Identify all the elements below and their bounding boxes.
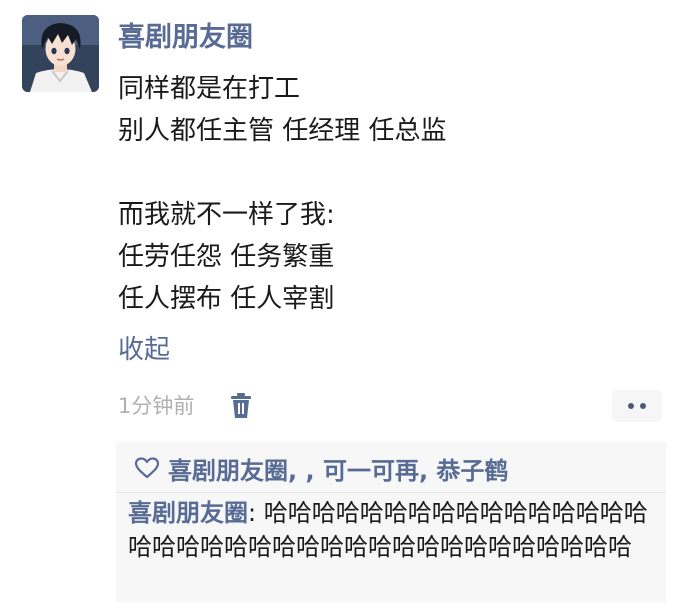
trash-icon[interactable]: [228, 392, 254, 420]
post-line: 任人摆布 任人宰割: [118, 284, 335, 314]
more-icon-dot: [640, 403, 646, 409]
post-content: 同样都是在打工 别人都任主管 任经理 任总监 而我就不一样了我: 任劳任怨 任务…: [118, 68, 678, 320]
more-actions-button[interactable]: [612, 390, 662, 422]
likes-names[interactable]: 喜剧朋友圈, , 可一可再, 恭子鹤: [168, 451, 508, 486]
post-line: 而我就不一样了我:: [118, 200, 335, 230]
post-username[interactable]: 喜剧朋友圈: [118, 18, 253, 58]
post-line: 任劳任怨 任务繁重: [118, 242, 335, 272]
interaction-panel: 喜剧朋友圈, , 可一可再, 恭子鹤 喜剧朋友圈: 哈哈哈哈哈哈哈哈哈哈哈哈哈哈…: [116, 442, 666, 602]
post-line: 别人都任主管 任经理 任总监: [118, 116, 447, 146]
post-line-blank: [118, 152, 678, 194]
post-timestamp: 1分钟前: [118, 394, 195, 418]
heart-icon: [134, 457, 160, 479]
comment-item[interactable]: 喜剧朋友圈: 哈哈哈哈哈哈哈哈哈哈哈哈哈哈哈哈哈哈哈哈哈哈哈哈哈哈哈哈哈哈哈哈哈…: [128, 496, 658, 564]
likes-row: 喜剧朋友圈, , 可一可再, 恭子鹤: [134, 450, 508, 486]
comment-username[interactable]: 喜剧朋友圈: [128, 499, 248, 527]
more-icon-dot: [628, 403, 634, 409]
post-line: 同样都是在打工: [118, 74, 301, 104]
comment-separator: :: [248, 499, 264, 527]
collapse-link[interactable]: 收起: [118, 330, 170, 370]
avatar[interactable]: [22, 15, 99, 92]
avatar-image: [22, 15, 99, 92]
divider: [116, 492, 666, 493]
